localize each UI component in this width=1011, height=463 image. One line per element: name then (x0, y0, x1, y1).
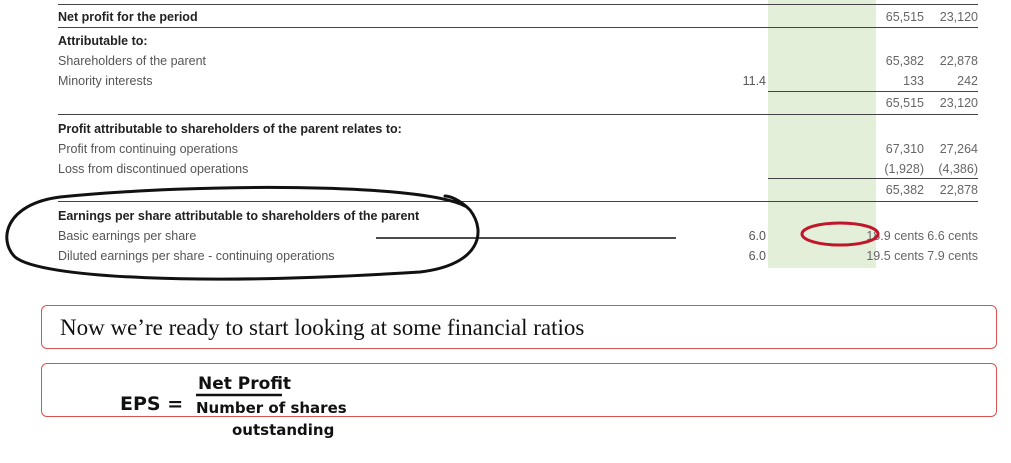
eps-lhs: EPS = (120, 393, 183, 415)
eps-numerator: Net Profit (198, 374, 291, 394)
eps-denominator-line1: Number of shares (196, 399, 347, 417)
eps-denominator-line2: outstanding (232, 421, 334, 439)
eps-formula-handwriting: EPS = Net Profit Number of shares outsta… (120, 374, 347, 439)
